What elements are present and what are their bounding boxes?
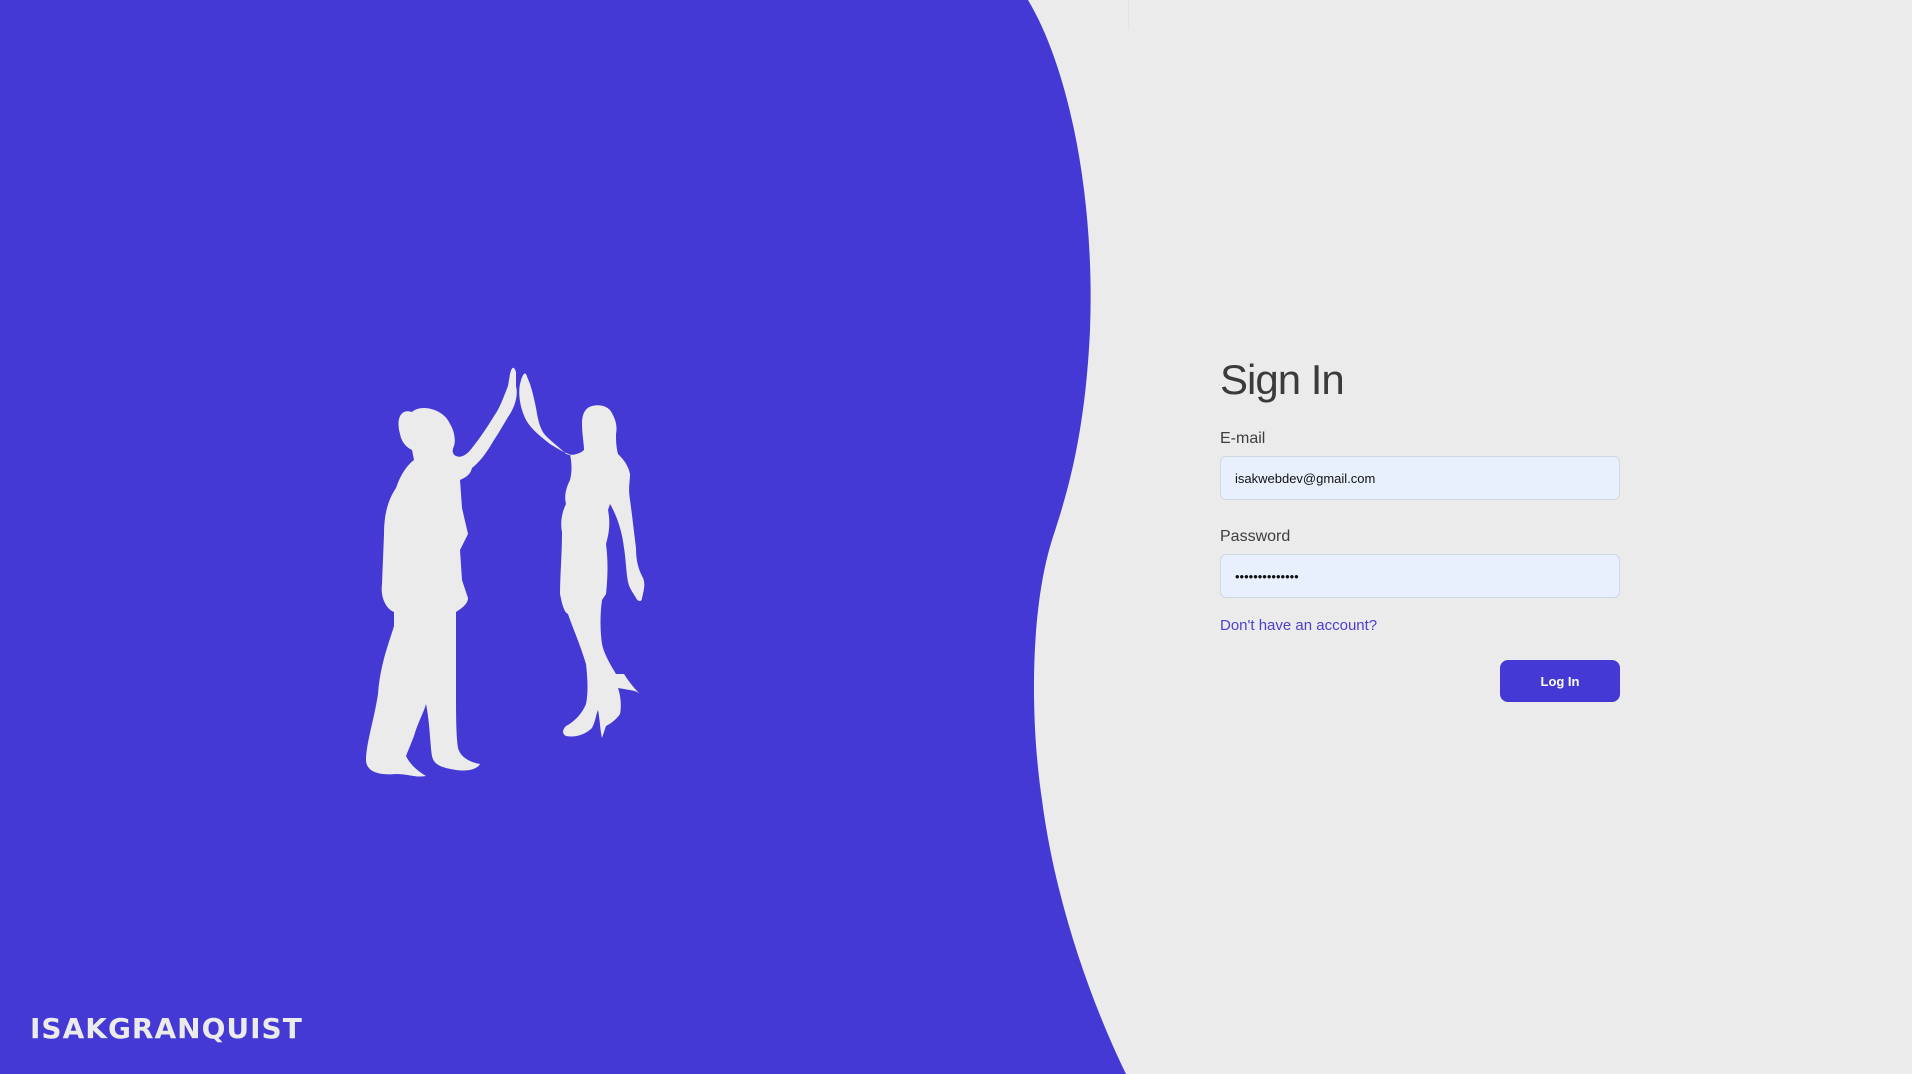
login-button[interactable]: Log In [1500,660,1620,702]
form-actions: Log In [1220,660,1620,702]
hero-wave-background [0,0,1126,1074]
email-label: E-mail [1220,430,1266,447]
brand-logo: ISAKGRANQUIST [30,1012,303,1045]
email-field[interactable] [1220,456,1620,500]
login-page: ISAKGRANQUIST Sign In E-mail Password Do… [0,0,1912,1074]
high-five-silhouette-icon [366,367,645,777]
sign-in-form: Sign In E-mail Password Don't have an ac… [1220,350,1620,702]
signup-link[interactable]: Don't have an account? [1220,616,1377,636]
page-title: Sign In [1220,356,1345,403]
password-label: Password [1220,528,1291,545]
password-field[interactable] [1220,554,1620,598]
top-divider [1128,0,1129,30]
